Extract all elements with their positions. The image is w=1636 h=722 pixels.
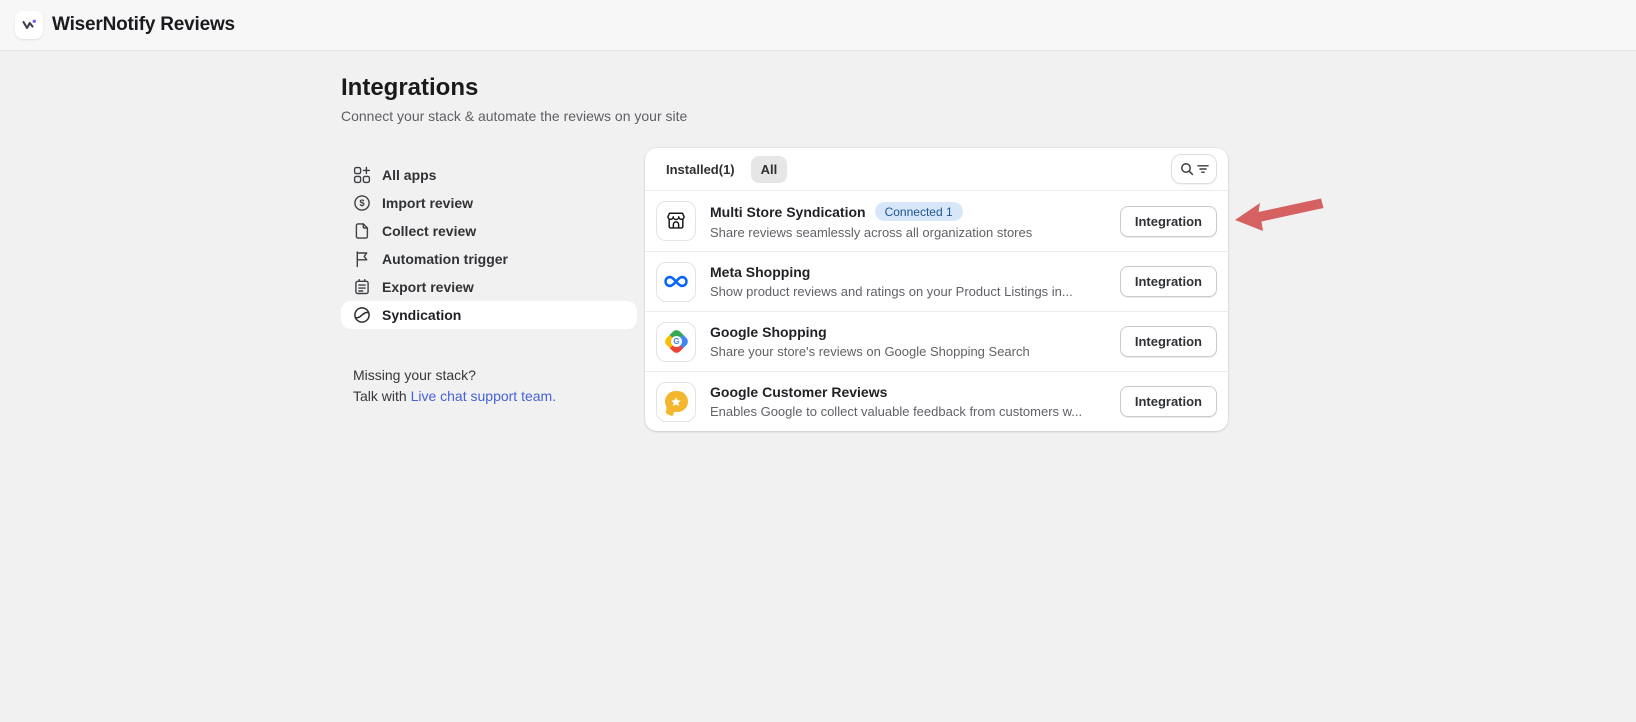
connected-badge: Connected 1 xyxy=(875,202,963,221)
page-title: Integrations xyxy=(341,74,478,102)
search-icon xyxy=(1180,162,1194,176)
collect-review-file-icon xyxy=(353,222,371,240)
sidebar-item-label: Export review xyxy=(382,279,474,295)
integration-button-meta-shopping[interactable]: Integration xyxy=(1120,266,1217,297)
sidebar-item-syndication[interactable]: Syndication xyxy=(341,301,637,329)
live-chat-support-link[interactable]: Live chat support team. xyxy=(411,388,557,404)
integration-button-multi-store[interactable]: Integration xyxy=(1120,206,1217,237)
integration-name: Multi Store Syndication xyxy=(710,204,866,220)
google-shopping-tag-icon: G xyxy=(656,322,696,362)
sidebar-item-export-review[interactable]: Export review xyxy=(341,273,637,301)
storefront-icon xyxy=(656,201,696,241)
integrations-sidebar: All apps $ Import review Collect review … xyxy=(341,161,637,404)
app-title: WiserNotify Reviews xyxy=(52,14,235,36)
talk-with-text: Talk with xyxy=(353,388,411,404)
tab-installed[interactable]: Installed(1) xyxy=(656,156,745,183)
red-arrow-annotation xyxy=(1231,193,1326,239)
page-subtitle: Connect your stack & automate the review… xyxy=(341,108,687,124)
missing-stack-text: Missing your stack? xyxy=(353,367,637,383)
filter-icon xyxy=(1197,163,1209,175)
tab-all[interactable]: All xyxy=(751,156,788,183)
integration-description: Enables Google to collect valuable feedb… xyxy=(710,404,1082,419)
svg-text:$: $ xyxy=(359,198,365,209)
topbar: WiserNotify Reviews xyxy=(0,0,1636,51)
integration-description: Share your store's reviews on Google Sho… xyxy=(710,344,1030,359)
sidebar-item-collect-review[interactable]: Collect review xyxy=(341,217,637,245)
export-review-icon xyxy=(353,278,371,296)
integration-button-google-customer-reviews[interactable]: Integration xyxy=(1120,386,1217,417)
integration-description: Show product reviews and ratings on your… xyxy=(710,284,1073,299)
sidebar-item-label: Automation trigger xyxy=(382,251,508,267)
integration-row-google-shopping: G Google Shopping Share your store's rev… xyxy=(645,311,1228,371)
google-g-letter: G xyxy=(671,336,682,347)
import-review-cash-icon: $ xyxy=(353,194,371,212)
sidebar-item-label: Syndication xyxy=(382,307,461,323)
integration-name: Google Shopping xyxy=(710,324,827,340)
integration-name: Meta Shopping xyxy=(710,264,810,280)
syndication-globe-icon xyxy=(353,306,371,324)
panel-header: Installed(1) All xyxy=(645,148,1228,191)
integration-row-google-customer-reviews: Google Customer Reviews Enables Google t… xyxy=(645,371,1228,431)
integration-name: Google Customer Reviews xyxy=(710,384,887,400)
search-filter-button[interactable] xyxy=(1171,154,1217,184)
integration-description: Share reviews seamlessly across all orga… xyxy=(710,225,1032,240)
star-icon xyxy=(670,396,682,408)
sidebar-item-label: Import review xyxy=(382,195,473,211)
sidebar-footer: Missing your stack? Talk with Live chat … xyxy=(353,367,637,404)
integration-button-google-shopping[interactable]: Integration xyxy=(1120,326,1217,357)
integrations-panel: Installed(1) All Multi Store Syndication… xyxy=(645,148,1228,431)
apps-grid-icon xyxy=(353,166,371,184)
automation-flag-icon xyxy=(353,250,371,268)
sidebar-item-label: Collect review xyxy=(382,223,476,239)
sidebar-item-import-review[interactable]: $ Import review xyxy=(341,189,637,217)
sidebar-item-label: All apps xyxy=(382,167,436,183)
wisernotify-w-logo[interactable] xyxy=(15,11,43,39)
integration-row-meta-shopping: Meta Shopping Show product reviews and r… xyxy=(645,251,1228,311)
w-logo-icon xyxy=(19,15,39,35)
integration-row-multi-store-syndication: Multi Store Syndication Connected 1 Shar… xyxy=(645,191,1228,251)
meta-logo-icon xyxy=(656,262,696,302)
sidebar-item-automation-trigger[interactable]: Automation trigger xyxy=(341,245,637,273)
google-customer-reviews-icon xyxy=(656,382,696,422)
sidebar-item-all-apps[interactable]: All apps xyxy=(341,161,637,189)
